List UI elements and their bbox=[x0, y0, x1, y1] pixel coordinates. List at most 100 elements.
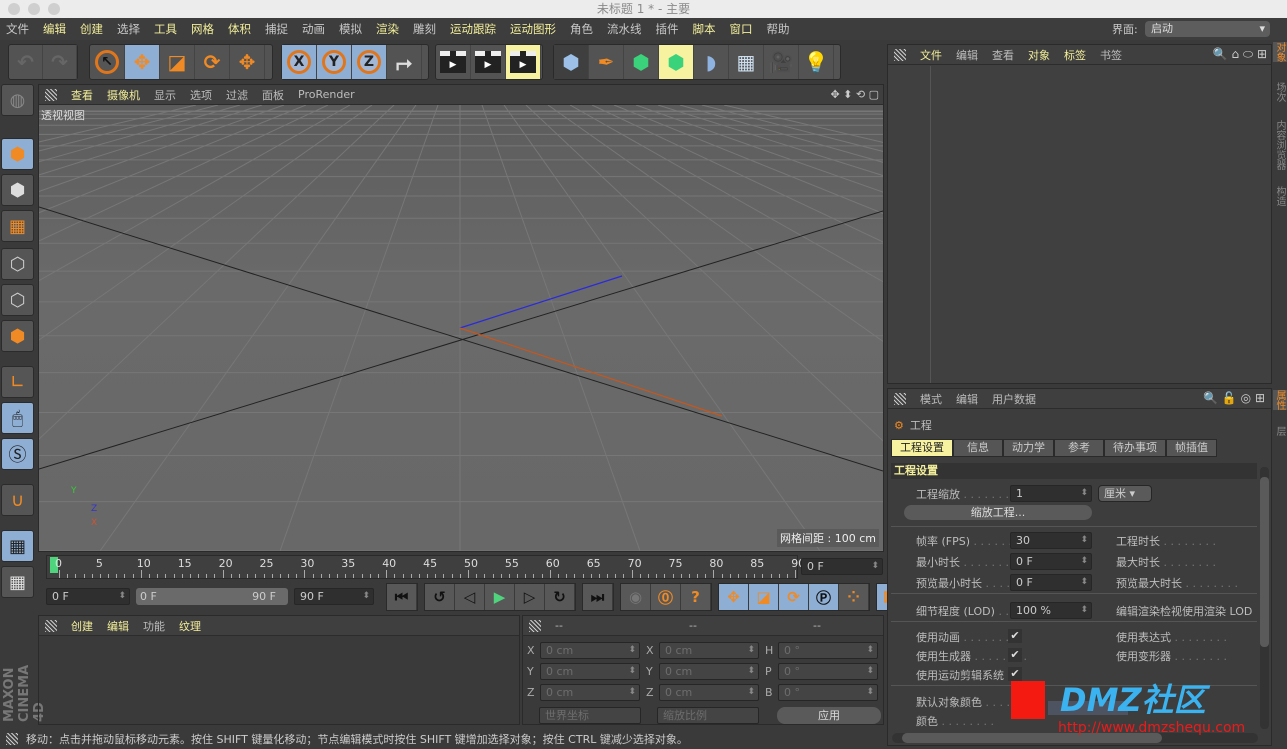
menu-item[interactable]: 网格 bbox=[191, 21, 214, 37]
points-mode-button[interactable]: ⬡ bbox=[1, 248, 34, 280]
key-rotation-button[interactable]: ⟳ bbox=[779, 584, 809, 610]
tweak-mode-button[interactable]: 🖱 bbox=[1, 402, 34, 434]
panel-menu-item[interactable]: 摄像机 bbox=[107, 87, 140, 103]
camera-button[interactable]: 🎥 bbox=[764, 45, 799, 79]
scale-tool-button[interactable]: ◪ bbox=[160, 45, 195, 79]
cube-button[interactable]: ⬢ bbox=[554, 45, 589, 79]
close-button[interactable] bbox=[8, 3, 20, 15]
menu-item[interactable]: 编辑 bbox=[43, 21, 66, 37]
edges-mode-button[interactable]: ⬡ bbox=[1, 284, 34, 316]
render-view-button[interactable]: ▶ bbox=[436, 45, 471, 79]
preview-min-field[interactable]: 0 F bbox=[1010, 574, 1092, 591]
pen-button[interactable]: ✒ bbox=[589, 45, 624, 79]
vertical-scrollbar[interactable] bbox=[1260, 467, 1269, 729]
cloner-button[interactable]: ⬢ bbox=[659, 45, 694, 79]
coord-field[interactable]: 0 ° bbox=[778, 642, 878, 659]
move-tool-button[interactable]: ✥ bbox=[125, 45, 160, 79]
attribute-tab[interactable]: 待办事项 bbox=[1104, 439, 1166, 457]
panel-menu-item[interactable]: 功能 bbox=[143, 618, 165, 634]
menu-item[interactable]: 帮助 bbox=[767, 21, 790, 37]
attr-menu-edit[interactable]: 编辑 bbox=[956, 391, 978, 407]
key-position-button[interactable]: ✥ bbox=[719, 584, 749, 610]
menu-item[interactable]: 创建 bbox=[80, 21, 103, 37]
menu-item[interactable]: 运动图形 bbox=[510, 21, 556, 37]
live-selection-button[interactable]: ↖ bbox=[90, 45, 125, 79]
keyframe-selection-button[interactable]: ? bbox=[681, 584, 711, 610]
mode-sphere-button[interactable]: ◍ bbox=[1, 84, 34, 116]
viewport-nav-icons[interactable]: ✥ ⬍ ⟲ ▢ bbox=[830, 88, 879, 101]
key-pla-button[interactable]: ⁘ bbox=[839, 584, 869, 610]
floor-button[interactable]: ▦ bbox=[729, 45, 764, 79]
side-tab[interactable]: 构造 bbox=[1273, 186, 1287, 206]
previous-key-button[interactable]: ↺ bbox=[425, 584, 455, 610]
redo-button[interactable]: ↷ bbox=[43, 45, 77, 79]
menu-item[interactable]: 渲染 bbox=[376, 21, 399, 37]
coord-field[interactable]: 0 ° bbox=[778, 684, 878, 701]
y-axis-button[interactable]: Y bbox=[317, 45, 352, 79]
side-tab[interactable]: 对象 bbox=[1273, 42, 1287, 62]
panel-menu-item[interactable]: 选项 bbox=[190, 87, 212, 103]
panel-menu-item[interactable]: 标签 bbox=[1064, 47, 1086, 63]
attribute-tab[interactable]: 动力学 bbox=[1003, 439, 1054, 457]
menu-item[interactable]: 模拟 bbox=[339, 21, 362, 37]
panel-menu-item[interactable]: 编辑 bbox=[107, 618, 129, 634]
menu-item[interactable]: 雕刻 bbox=[413, 21, 436, 37]
panel-menu-item[interactable]: 书签 bbox=[1100, 47, 1122, 63]
start-frame-field[interactable]: 0 F bbox=[46, 588, 130, 605]
next-frame-button[interactable]: ▷ bbox=[515, 584, 545, 610]
workplane-button[interactable]: ▦ bbox=[1, 210, 34, 242]
panel-menu-item[interactable]: 查看 bbox=[992, 47, 1014, 63]
subdivision-button[interactable]: ⬢ bbox=[624, 45, 659, 79]
side-tab[interactable]: 内容浏览器 bbox=[1273, 120, 1287, 170]
menu-item[interactable]: 流水线 bbox=[607, 21, 642, 37]
unit-dropdown[interactable]: 厘米 ▾ bbox=[1098, 485, 1152, 502]
coord-field[interactable]: 0 cm bbox=[540, 663, 640, 680]
panel-menu-item[interactable]: 编辑 bbox=[956, 47, 978, 63]
color-swatch[interactable] bbox=[1011, 681, 1045, 719]
model-mode-button[interactable]: ⬢ bbox=[1, 138, 34, 170]
attribute-tab[interactable]: 工程设置 bbox=[891, 439, 953, 457]
scale-mode-dropdown[interactable]: 缩放比例 bbox=[657, 707, 759, 724]
autokey-button[interactable]: ⓪ bbox=[651, 584, 681, 610]
panel-menu-item[interactable]: 对象 bbox=[1028, 47, 1050, 63]
play-button[interactable]: ▶ bbox=[485, 584, 515, 610]
use-generators-checkbox[interactable]: ✔ bbox=[1008, 648, 1022, 662]
axis-mode-button[interactable]: ∟ bbox=[1, 366, 34, 398]
rotate-tool-button[interactable]: ⟳ bbox=[195, 45, 230, 79]
panel-grip[interactable] bbox=[45, 619, 57, 632]
attribute-tab[interactable]: 参考 bbox=[1054, 439, 1104, 457]
menu-item[interactable]: 选择 bbox=[117, 21, 140, 37]
snap-button[interactable]: ∪ bbox=[1, 484, 34, 516]
key-scale-button[interactable]: ◪ bbox=[749, 584, 779, 610]
light-button[interactable]: 💡 bbox=[799, 45, 834, 79]
workplane-align-button[interactable]: ▦ bbox=[1, 566, 34, 598]
menu-item[interactable]: 运动跟踪 bbox=[450, 21, 496, 37]
min-time-field[interactable]: 0 F bbox=[1010, 553, 1092, 570]
z-axis-button[interactable]: Z bbox=[352, 45, 387, 79]
layout-dropdown[interactable]: 启动 ▾ bbox=[1145, 21, 1270, 37]
x-axis-button[interactable]: X bbox=[282, 45, 317, 79]
zoom-button[interactable] bbox=[48, 3, 60, 15]
coord-field[interactable]: 0 cm bbox=[659, 663, 759, 680]
menu-item[interactable]: 窗口 bbox=[730, 21, 753, 37]
perspective-viewport[interactable]: Y ZX 透视视图 网格间距 : 100 cm bbox=[0, 104, 1287, 552]
texture-mode-button[interactable]: ⬢ bbox=[1, 174, 34, 206]
attribute-manager-icons[interactable]: 🔍 🔓 ◎ ⊞ bbox=[1203, 391, 1265, 405]
coordinate-system-button[interactable]: ⮣ bbox=[387, 45, 422, 79]
panel-menu-item[interactable]: 面板 bbox=[262, 87, 284, 103]
menu-item[interactable]: 插件 bbox=[656, 21, 679, 37]
attr-menu-userdata[interactable]: 用户数据 bbox=[992, 391, 1036, 407]
deformer-button[interactable]: ◗ bbox=[694, 45, 729, 79]
workplane-lock-button[interactable]: ▦ bbox=[1, 530, 34, 562]
key-parameter-button[interactable]: Ⓟ bbox=[809, 584, 839, 610]
lod-field[interactable]: 100 % bbox=[1010, 602, 1092, 619]
minimize-button[interactable] bbox=[28, 3, 40, 15]
menu-item[interactable]: 体积 bbox=[228, 21, 251, 37]
menu-item[interactable]: 角色 bbox=[570, 21, 593, 37]
timeline-ruler[interactable]: 0 5 10 15 20 25 30 35 40 45 50 55 60 65 70 75 80 85 90 bbox=[46, 555, 805, 579]
render-picture-viewer-button[interactable]: ▶ bbox=[471, 45, 506, 79]
coord-field[interactable]: 0 ° bbox=[778, 663, 878, 680]
go-to-end-button[interactable]: ⏭ bbox=[583, 584, 613, 610]
panel-menu-item[interactable]: 文件 bbox=[920, 47, 942, 63]
previous-frame-button[interactable]: ◁ bbox=[455, 584, 485, 610]
